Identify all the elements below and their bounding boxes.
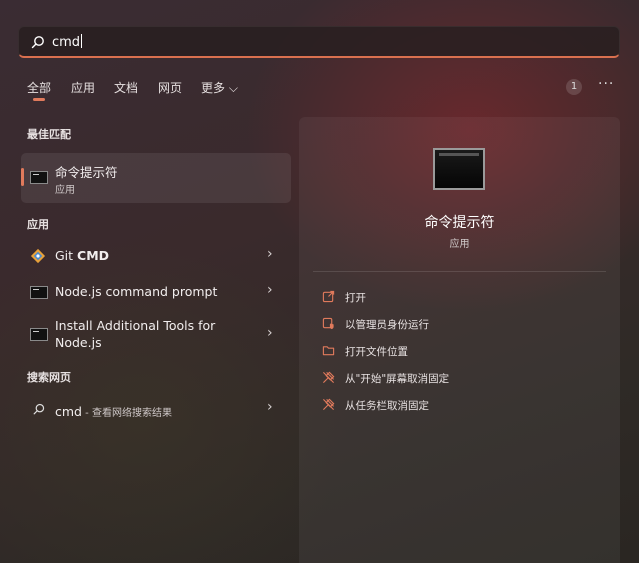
terminal-icon: [30, 328, 48, 341]
unpin-icon: [322, 371, 335, 384]
action-label: 打开: [345, 292, 366, 304]
app-item-nodejs-prompt[interactable]: Node.js command prompt ›: [21, 277, 291, 307]
search-icon: [31, 36, 44, 49]
command-prompt-large-icon: [433, 148, 485, 190]
action-label: 打开文件位置: [345, 346, 408, 358]
chevron-right-icon[interactable]: ›: [267, 399, 273, 415]
open-external-icon: [322, 290, 335, 303]
action-label: 从"开始"屏幕取消固定: [345, 373, 450, 385]
terminal-icon: [30, 286, 48, 299]
app-item-label: Git CMD: [55, 248, 110, 263]
more-options-button[interactable]: ···: [598, 76, 614, 92]
chevron-right-icon[interactable]: ›: [267, 246, 273, 262]
action-label: 以管理员身份运行: [345, 319, 429, 331]
apps-heading: 应用: [27, 218, 49, 231]
search-input[interactable]: cmd: [52, 34, 83, 50]
detail-title: 命令提示符: [424, 215, 495, 231]
divider: [313, 271, 606, 272]
rewards-badge[interactable]: 1: [566, 79, 582, 95]
best-match-heading: 最佳匹配: [27, 128, 71, 141]
detail-subtitle: 应用: [449, 239, 470, 250]
search-box[interactable]: cmd: [18, 26, 620, 58]
tab-documents[interactable]: 文档: [114, 79, 138, 96]
web-search-item[interactable]: cmd - 查看网络搜索结果 ›: [21, 394, 291, 424]
action-open-file-location[interactable]: 打开文件位置: [313, 340, 606, 362]
action-label: 从任务栏取消固定: [345, 400, 429, 412]
window-titlebar: [439, 153, 479, 156]
action-unpin-start[interactable]: 从"开始"屏幕取消固定: [313, 367, 606, 389]
tab-web[interactable]: 网页: [158, 79, 182, 96]
git-icon: [30, 248, 46, 264]
folder-icon: [322, 346, 335, 356]
chevron-right-icon[interactable]: ›: [267, 282, 273, 298]
action-unpin-taskbar[interactable]: 从任务栏取消固定: [313, 394, 606, 416]
unpin-icon: [322, 398, 335, 411]
tab-all[interactable]: 全部: [27, 79, 51, 96]
action-run-as-admin[interactable]: 以管理员身份运行: [313, 313, 606, 335]
web-search-heading: 搜索网页: [27, 371, 71, 384]
chevron-right-icon[interactable]: ›: [267, 325, 273, 341]
action-open[interactable]: 打开: [313, 286, 606, 308]
web-search-label: cmd - 查看网络搜索结果: [55, 404, 172, 419]
tab-apps[interactable]: 应用: [71, 79, 95, 96]
app-item-install-tools[interactable]: Install Additional Tools for Node.js ›: [21, 314, 291, 356]
tab-more[interactable]: 更多 ⌵: [201, 79, 238, 96]
app-item-label-line2: Node.js: [55, 335, 102, 350]
search-icon: [33, 403, 45, 415]
active-tab-indicator: [33, 98, 45, 101]
app-item-label-line1: Install Additional Tools for: [55, 318, 216, 333]
run-as-admin-icon: [322, 317, 334, 330]
selection-indicator: [21, 168, 24, 186]
command-prompt-icon: [30, 171, 48, 184]
app-item-label: Node.js command prompt: [55, 284, 218, 299]
best-match-title: 命令提示符: [55, 165, 118, 180]
best-match-subtitle: 应用: [55, 185, 75, 196]
app-item-git-cmd[interactable]: Git CMD ›: [21, 241, 291, 271]
best-match-item[interactable]: 命令提示符 应用: [21, 153, 291, 203]
